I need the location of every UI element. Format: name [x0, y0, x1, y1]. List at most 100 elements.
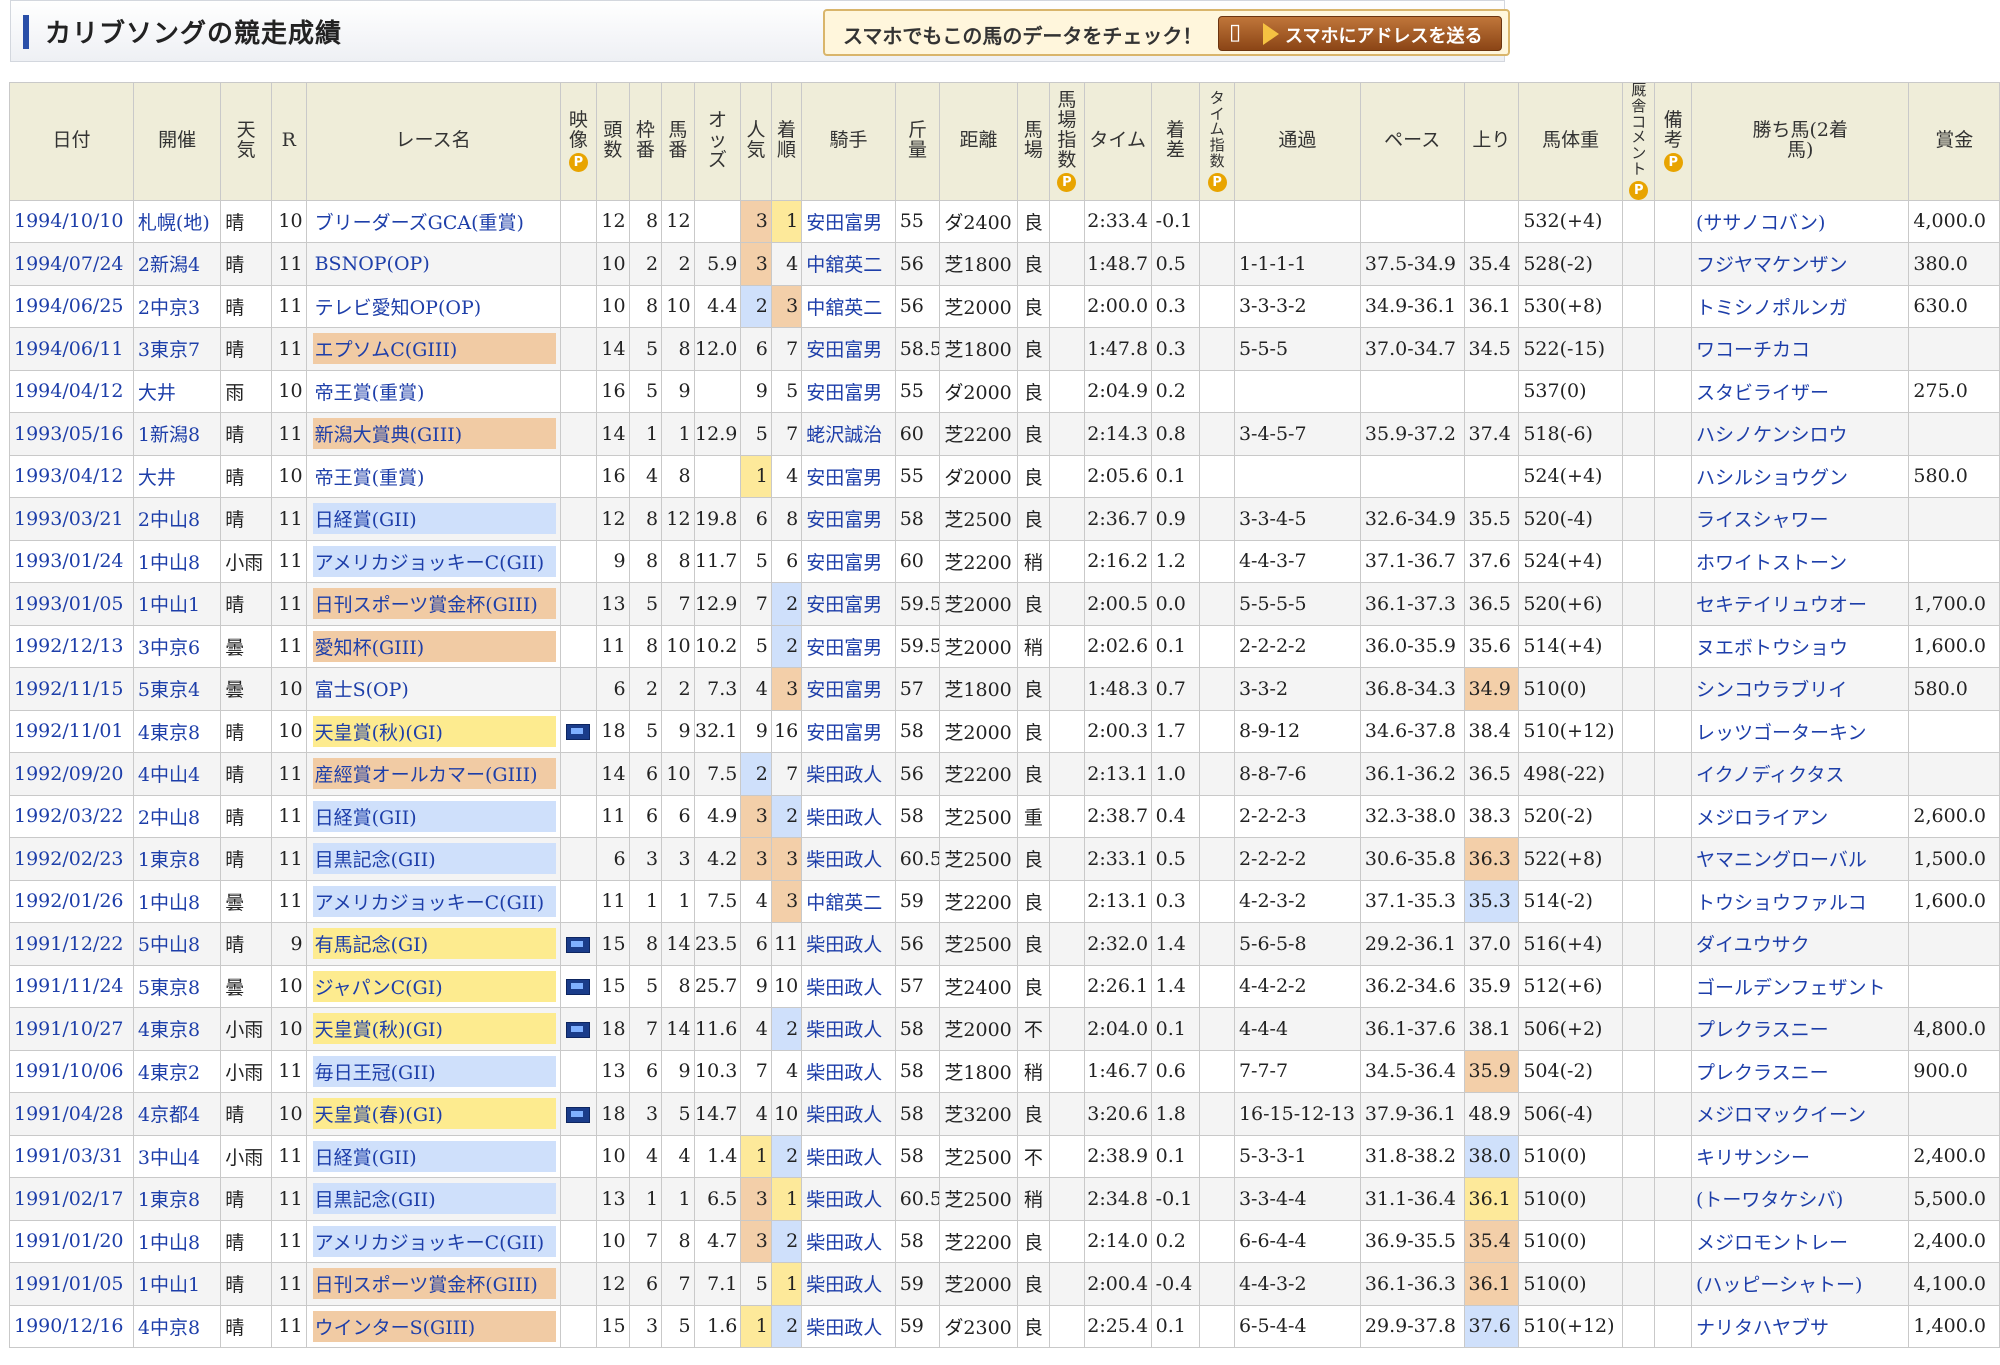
jockey-cell[interactable]: 安田富男: [801, 539, 896, 584]
jockey-link[interactable]: 柴田政人: [806, 849, 882, 871]
race-date-cell[interactable]: 1990/12/16: [9, 1304, 134, 1349]
jockey-cell[interactable]: 安田富男: [801, 624, 896, 669]
race-date-cell[interactable]: 1991/10/06: [9, 1049, 134, 1094]
winner-link[interactable]: ヌエボトウショウ: [1696, 637, 1848, 659]
venue-cell[interactable]: 5東京4: [132, 667, 222, 711]
race-name-cell[interactable]: 日刊スポーツ賞金杯(GIII): [305, 582, 561, 626]
jockey-link[interactable]: 柴田政人: [806, 1189, 882, 1211]
venue-cell[interactable]: 5東京8: [132, 964, 222, 1009]
winner-cell[interactable]: ナリタハヤブサ: [1691, 1304, 1910, 1349]
jockey-link[interactable]: 柴田政人: [806, 1062, 882, 1084]
race-date-link[interactable]: 1991/10/06: [14, 1060, 124, 1082]
race-name-link[interactable]: アメリカジョッキーC(GII): [312, 1225, 556, 1257]
venue-link[interactable]: 5東京4: [138, 679, 200, 701]
venue-link[interactable]: 5東京8: [138, 977, 200, 999]
winner-cell[interactable]: メジロライアン: [1691, 794, 1910, 839]
winner-cell[interactable]: スタビライザー: [1691, 369, 1910, 414]
venue-link[interactable]: 2新潟4: [138, 254, 200, 276]
race-name-cell[interactable]: 毎日王冠(GII): [305, 1049, 561, 1094]
race-name-cell[interactable]: アメリカジョッキーC(GII): [305, 539, 561, 584]
jockey-link[interactable]: 柴田政人: [806, 1104, 882, 1126]
race-name-cell[interactable]: 愛知杯(GIII): [305, 624, 561, 669]
col-header-venue[interactable]: 開催: [132, 82, 222, 201]
venue-cell[interactable]: 大井: [132, 454, 222, 499]
winner-link[interactable]: メジロライアン: [1696, 807, 1828, 829]
col-header-winner[interactable]: 勝ち馬(2着馬): [1691, 82, 1910, 201]
jockey-cell[interactable]: 柴田政人: [801, 922, 896, 966]
race-name-cell[interactable]: 天皇賞(秋)(GI): [305, 709, 561, 754]
col-header-popularity[interactable]: 人気: [740, 82, 772, 201]
winner-cell[interactable]: メジロマックイーン: [1691, 1092, 1910, 1136]
venue-link[interactable]: 4中京8: [138, 1317, 200, 1339]
winner-cell[interactable]: レッツゴーターキン: [1691, 709, 1910, 754]
jockey-cell[interactable]: 柴田政人: [801, 752, 896, 796]
jockey-link[interactable]: 安田富男: [806, 679, 882, 701]
col-header-weather[interactable]: 天気: [220, 82, 273, 201]
col-header-horse-number[interactable]: 馬番: [661, 82, 695, 201]
venue-link[interactable]: 5中山8: [138, 934, 200, 956]
venue-cell[interactable]: 3中山4: [132, 1134, 222, 1179]
race-name-cell[interactable]: 日経賞(GII): [305, 1134, 561, 1179]
race-name-link[interactable]: 毎日王冠(GII): [312, 1055, 556, 1087]
jockey-cell[interactable]: 安田富男: [801, 497, 896, 541]
jockey-cell[interactable]: 柴田政人: [801, 1049, 896, 1094]
race-name-link[interactable]: 天皇賞(秋)(GI): [312, 715, 556, 747]
venue-cell[interactable]: 1新潟8: [132, 412, 222, 456]
smartphone-promo-banner[interactable]: スマホでもこの馬のデータをチェック！ ▯ スマホにアドレスを送る: [823, 9, 1510, 56]
col-header-track-condition[interactable]: 馬場: [1016, 82, 1051, 201]
venue-link[interactable]: 3東京7: [138, 339, 200, 361]
jockey-link[interactable]: 柴田政人: [806, 934, 882, 956]
jockey-link[interactable]: 中舘英二: [806, 254, 882, 276]
winner-cell[interactable]: ハシルショウグン: [1691, 454, 1910, 499]
jockey-cell[interactable]: 柴田政人: [801, 794, 896, 839]
race-date-cell[interactable]: 1992/11/15: [9, 667, 134, 711]
venue-link[interactable]: 1新潟8: [138, 424, 200, 446]
video-play-icon[interactable]: [566, 1106, 591, 1123]
col-header-pace[interactable]: ペース: [1359, 82, 1465, 201]
winner-link[interactable]: ホワイトストーン: [1696, 552, 1847, 574]
race-name-cell[interactable]: アメリカジョッキーC(GII): [305, 1219, 561, 1264]
winner-link[interactable]: レッツゴーターキン: [1696, 722, 1866, 744]
race-date-cell[interactable]: 1994/06/11: [9, 327, 134, 371]
race-name-link[interactable]: テレビ愛知OP(OP): [313, 291, 556, 322]
race-date-cell[interactable]: 1994/10/10: [9, 199, 134, 244]
race-date-link[interactable]: 1992/02/23: [14, 848, 124, 870]
col-header-passing[interactable]: 通過: [1233, 82, 1361, 201]
winner-cell[interactable]: ライスシャワー: [1691, 497, 1910, 541]
jockey-link[interactable]: 中舘英二: [806, 297, 882, 319]
col-header-date[interactable]: 日付: [9, 82, 134, 201]
col-header-last-3f[interactable]: 上り: [1463, 82, 1520, 201]
winner-cell[interactable]: メジロモントレー: [1691, 1219, 1910, 1264]
race-date-link[interactable]: 1993/05/16: [14, 423, 124, 445]
winner-link[interactable]: (ササノコバン): [1696, 212, 1825, 234]
jockey-link[interactable]: 安田富男: [806, 467, 882, 489]
race-name-cell[interactable]: エプソムC(GIII): [305, 327, 561, 371]
race-date-link[interactable]: 1992/09/20: [14, 763, 124, 785]
jockey-cell[interactable]: 柴田政人: [801, 1134, 896, 1179]
jockey-link[interactable]: 柴田政人: [806, 1232, 882, 1254]
race-name-link[interactable]: 日経賞(GII): [312, 1140, 556, 1172]
venue-link[interactable]: 1東京8: [138, 1189, 200, 1211]
race-date-link[interactable]: 1993/01/24: [14, 550, 124, 572]
jockey-cell[interactable]: 中舘英二: [801, 284, 896, 329]
race-name-link[interactable]: 日経賞(GII): [312, 800, 556, 832]
jockey-cell[interactable]: 柴田政人: [801, 1262, 896, 1306]
race-name-link[interactable]: 天皇賞(秋)(GI): [312, 1013, 556, 1045]
winner-link[interactable]: ゴールデンフェザント: [1696, 977, 1885, 999]
jockey-cell[interactable]: 安田富男: [801, 199, 896, 244]
race-name-link[interactable]: 帝王賞(重賞): [313, 376, 556, 407]
jockey-cell[interactable]: 蛯沢誠治: [801, 412, 896, 456]
winner-cell[interactable]: セキテイリュウオー: [1691, 582, 1910, 626]
race-date-cell[interactable]: 1993/01/24: [9, 539, 134, 584]
venue-link[interactable]: 札幌(地): [138, 212, 210, 234]
race-date-cell[interactable]: 1992/02/23: [9, 837, 134, 881]
race-name-link[interactable]: 新潟大賞典(GIII): [312, 418, 556, 450]
venue-cell[interactable]: 1中山8: [132, 1219, 222, 1264]
race-name-link[interactable]: 日刊スポーツ賞金杯(GIII): [312, 588, 556, 620]
race-name-cell[interactable]: 天皇賞(秋)(GI): [305, 1007, 561, 1051]
winner-link[interactable]: (ハッピーシャトー): [1696, 1274, 1862, 1296]
video-play-icon[interactable]: [566, 724, 591, 741]
winner-link[interactable]: シンコウラブリイ: [1696, 679, 1847, 701]
winner-cell[interactable]: ホワイトストーン: [1691, 539, 1910, 584]
venue-link[interactable]: 大井: [138, 382, 176, 404]
